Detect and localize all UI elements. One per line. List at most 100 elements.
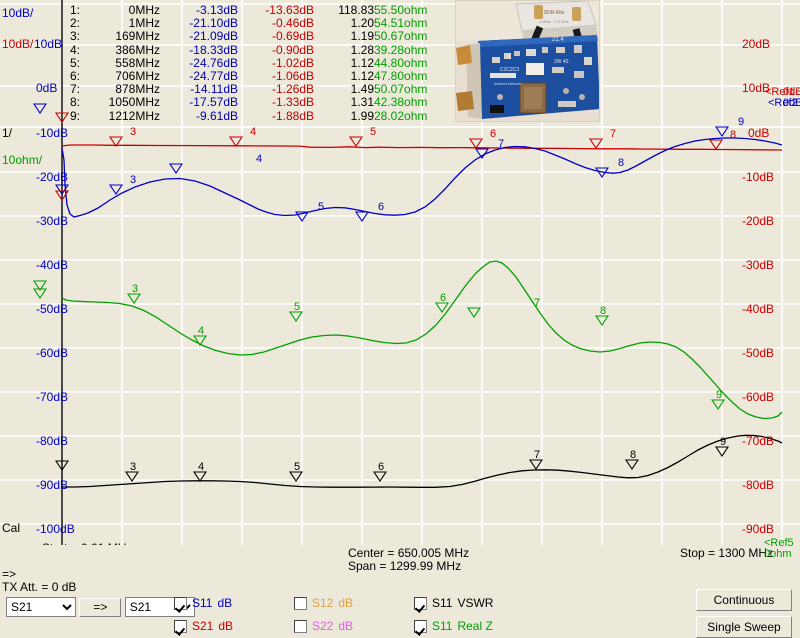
marker-s21: -1.88dB: [271, 108, 314, 123]
marker-number-6-realz: 6: [440, 292, 447, 304]
checkbox-s11-realz-row[interactable]: S11 Real Z: [414, 619, 493, 633]
table-row: 9: 1212MHz -9.61dB -1.88dB 1.99 28.02ohm: [70, 108, 452, 123]
marker-realz: 28.02ohm: [374, 108, 428, 123]
checkbox-s22-db-row[interactable]: S22 dB: [294, 619, 353, 633]
marker-number-8-realz: 8: [600, 305, 607, 317]
left-tick--80db: -80dB: [36, 434, 69, 448]
marker-number-7-s21: 7: [610, 128, 617, 140]
single-sweep-button[interactable]: Single Sweep: [696, 616, 792, 638]
right-tick--40db: -40dB: [742, 302, 775, 316]
marker-number-5-realz: 5: [294, 301, 301, 313]
checkbox-s11-db-label-b: dB: [217, 596, 233, 610]
plot-area[interactable]: 3 4 5 6 7 8 3 4 5 6 7 8 9 3 4 5 6 7 8 9 …: [0, 0, 800, 555]
checkbox-s11-vswr-label-a: S11: [432, 596, 453, 610]
apply-arrow-button[interactable]: =>: [79, 598, 122, 617]
checkbox-s12-db-row[interactable]: S12 dB: [294, 596, 353, 610]
marker-freq: 1212MHz: [108, 108, 160, 123]
checkbox-s21-db-label-a: S21: [192, 619, 214, 633]
marker-number-3-s11: 3: [130, 174, 137, 186]
checkbox-s22-db-label-a: S22: [312, 619, 334, 633]
marker-number-9-realz: 9: [716, 389, 723, 401]
source-param-select[interactable]: S21: [6, 597, 76, 617]
marker-number-5-s11: 5: [318, 201, 325, 213]
marker-number-5-vswr: 5: [294, 461, 301, 473]
checkbox-s22-db[interactable]: [294, 619, 307, 633]
marker-s11: -18.33dB: [189, 42, 238, 57]
marker-number-8-s21: 8: [730, 129, 737, 141]
marker-s11: -21.09dB: [189, 29, 238, 44]
dut-photo: SDR-Kits 1 MHz - 1.3 GHz C1C2C3 2W 40 21…: [455, 0, 600, 122]
left-tick--20db: -20dB: [36, 170, 69, 184]
checkbox-s11-db[interactable]: [174, 596, 187, 610]
ref2-value: 0dB: [783, 97, 800, 109]
marker-realz: 50.67ohm: [374, 29, 428, 44]
marker-number-6-vswr: 6: [378, 461, 385, 473]
marker-number-6-s11: 6: [378, 201, 385, 213]
marker-number-9-s11: 9: [738, 116, 745, 128]
marker-number-8-s11: 8: [618, 157, 625, 169]
marker-freq: 1050MHz: [108, 95, 160, 110]
scale-s11-per-div: 10dB/: [2, 6, 34, 20]
marker-number-3-s21: 3: [130, 126, 137, 138]
left-tick--50db: -50dB: [36, 302, 69, 316]
marker-number-7-realz: 7: [534, 297, 541, 309]
right-tick--10db: -10dB: [742, 170, 775, 184]
right-tick--30db: -30dB: [742, 258, 775, 272]
marker-realz: 39.28ohm: [374, 42, 428, 57]
marker-number-7-s11: 7: [498, 138, 505, 150]
ref5-value: 0ohm: [764, 548, 792, 560]
continuous-button[interactable]: Continuous: [696, 589, 792, 611]
left-tick--100db: -100dB: [36, 522, 75, 536]
marker-number-7-vswr: 7: [534, 449, 541, 461]
checkbox-s11-realz[interactable]: [414, 619, 427, 633]
checkbox-s11-vswr-label-b: VSWR: [457, 596, 494, 610]
marker-number-3-realz: 3: [132, 283, 139, 295]
right-tick--20db: -20dB: [742, 214, 775, 228]
right-tick--60db: -60dB: [742, 390, 775, 404]
scale-s21-per-div: 10dB/: [2, 37, 34, 51]
marker-table-body: 1: 0MHz -3.13dB -13.63dB 118.83 55.50ohm…: [70, 3, 452, 123]
stop-freq-label: Stop = 1300 MHz: [680, 546, 774, 560]
tx-attenuation-label: TX Att. = 0 dB: [2, 580, 77, 594]
marker-vswr: 1.28: [350, 42, 374, 57]
checkbox-s21-db-row[interactable]: S21 dB: [174, 619, 233, 633]
left-tick--30db: -30dB: [36, 214, 69, 228]
checkbox-s11-vswr[interactable]: [414, 596, 427, 610]
marker-number-3-vswr: 3: [130, 461, 137, 473]
marker-number-6-s21: 6: [490, 128, 497, 140]
marker-index: 3:: [70, 29, 81, 44]
marker-s11: -17.57dB: [189, 95, 238, 110]
scale-realz-per-div: 10ohm/: [2, 153, 43, 167]
checkbox-s21-db-label-b: dB: [218, 619, 234, 633]
checkbox-s11-vswr-row[interactable]: S11 VSWR: [414, 596, 493, 610]
marker-number-4-s21: 4: [250, 126, 257, 138]
left-tick--10db: -10dB: [36, 126, 69, 140]
marker-vswr: 1.19: [350, 29, 374, 44]
table-row: 3: 169MHz -21.09dB -0.69dB 1.19 50.67ohm: [70, 30, 452, 43]
marker-number-5-s21: 5: [370, 126, 377, 138]
marker-index: 9:: [70, 108, 81, 123]
marker-freq: 169MHz: [115, 29, 160, 44]
checkbox-s21-db[interactable]: [174, 619, 187, 633]
svg-text:SDR-Kits: SDR-Kits: [544, 10, 565, 16]
marker-index: 8:: [70, 95, 81, 110]
svg-text:21.4: 21.4: [552, 37, 564, 43]
table-row: 8: 1050MHz -17.57dB -1.33dB 1.31 42.38oh…: [70, 96, 452, 109]
checkbox-s11-realz-label-a: S11: [432, 619, 453, 633]
checkbox-s11-db-row[interactable]: S11 dB: [174, 596, 232, 610]
marker-value-table: 1: 0MHz -3.13dB -13.63dB 118.83 55.50ohm…: [70, 3, 452, 123]
checkbox-s12-db-label-b: dB: [338, 596, 354, 610]
left-tick--60db: -60dB: [36, 346, 69, 360]
port-selector-row[interactable]: S21 => S21: [6, 597, 195, 617]
checkbox-s12-db[interactable]: [294, 596, 307, 610]
right-tick--70db: -70dB: [742, 434, 775, 448]
arrow-indicator: =>: [2, 567, 17, 581]
checkbox-s12-db-label-a: S12: [312, 596, 334, 610]
checkbox-s11-realz-label-b: Real Z: [457, 619, 493, 633]
left-tick-0db: 0dB: [36, 81, 58, 95]
marker-number-9-vswr: 9: [720, 436, 727, 448]
span-label: Span = 1299.99 MHz: [348, 559, 462, 573]
marker-number-8-vswr: 8: [630, 449, 637, 461]
right-tick--80db: -80dB: [742, 478, 775, 492]
svg-text:1 MHz - 1.3 GHz: 1 MHz - 1.3 GHz: [539, 19, 569, 24]
